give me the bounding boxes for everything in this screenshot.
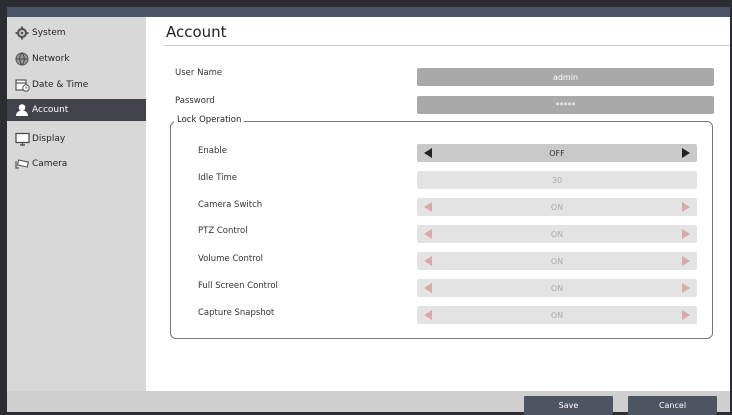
- arrow-right-icon: [680, 255, 692, 267]
- idle-time-label: Idle Time: [198, 173, 237, 183]
- sidebar: System Network Date & Time Account Displ…: [7, 17, 146, 391]
- cancel-button[interactable]: Cancel: [628, 396, 717, 415]
- capture-snapshot-selector: ON: [417, 306, 697, 324]
- user-name-label: User Name: [175, 68, 223, 78]
- enable-label: Enable: [198, 146, 227, 156]
- arrow-right-icon: [680, 282, 692, 294]
- arrow-right-icon[interactable]: [680, 147, 692, 159]
- ptz-control-selector: ON: [417, 225, 697, 243]
- sidebar-item-date-time[interactable]: Date & Time: [7, 74, 146, 96]
- page-title: Account: [166, 23, 227, 41]
- sidebar-item-system[interactable]: System: [7, 22, 146, 44]
- globe-icon: [14, 51, 30, 67]
- enable-selector[interactable]: OFF: [417, 144, 697, 162]
- volume-control-selector: ON: [417, 252, 697, 270]
- arrow-left-icon: [422, 228, 434, 240]
- full-screen-control-label: Full Screen Control: [198, 281, 278, 291]
- sidebar-item-camera[interactable]: Camera: [7, 153, 146, 175]
- calendar-clock-icon: [14, 77, 30, 93]
- save-button[interactable]: Save: [524, 396, 613, 415]
- arrow-left-icon: [422, 309, 434, 321]
- capture-snapshot-label: Capture Snapshot: [198, 308, 275, 318]
- sidebar-item-label: System: [32, 28, 66, 38]
- password-label: Password: [175, 96, 215, 106]
- sidebar-item-label: Camera: [32, 159, 68, 169]
- lock-operation-legend: Lock Operation: [174, 115, 245, 125]
- title-divider: [164, 45, 730, 46]
- monitor-icon: [14, 131, 30, 147]
- top-bar: [7, 7, 730, 17]
- camera-switch-label: Camera Switch: [198, 200, 263, 210]
- sidebar-item-label: Date & Time: [32, 80, 89, 90]
- password-field[interactable]: *****: [417, 96, 714, 114]
- settings-window: System Network Date & Time Account Displ…: [7, 7, 730, 415]
- sidebar-item-display[interactable]: Display: [7, 128, 146, 150]
- idle-time-field: 30: [417, 171, 697, 189]
- user-icon: [14, 102, 30, 118]
- camera-switch-selector: ON: [417, 198, 697, 216]
- full-screen-control-selector: ON: [417, 279, 697, 297]
- arrow-right-icon: [680, 228, 692, 240]
- arrow-left-icon: [422, 255, 434, 267]
- volume-control-label: Volume Control: [198, 254, 264, 264]
- camera-icon: [14, 156, 30, 172]
- arrow-right-icon: [680, 309, 692, 321]
- arrow-left-icon: [422, 201, 434, 213]
- footer-bar: [7, 391, 730, 412]
- sidebar-item-label: Account: [32, 105, 69, 115]
- account-panel: Account User Name admin Password ***** L…: [146, 17, 730, 391]
- gear-icon: [14, 25, 30, 41]
- sidebar-item-account[interactable]: Account: [7, 99, 146, 121]
- sidebar-item-label: Display: [32, 134, 66, 144]
- sidebar-item-label: Network: [32, 54, 70, 64]
- user-name-field[interactable]: admin: [417, 68, 714, 86]
- sidebar-item-network[interactable]: Network: [7, 48, 146, 70]
- arrow-left-icon: [422, 282, 434, 294]
- ptz-control-label: PTZ Control: [198, 226, 248, 236]
- arrow-left-icon[interactable]: [422, 147, 434, 159]
- arrow-right-icon: [680, 201, 692, 213]
